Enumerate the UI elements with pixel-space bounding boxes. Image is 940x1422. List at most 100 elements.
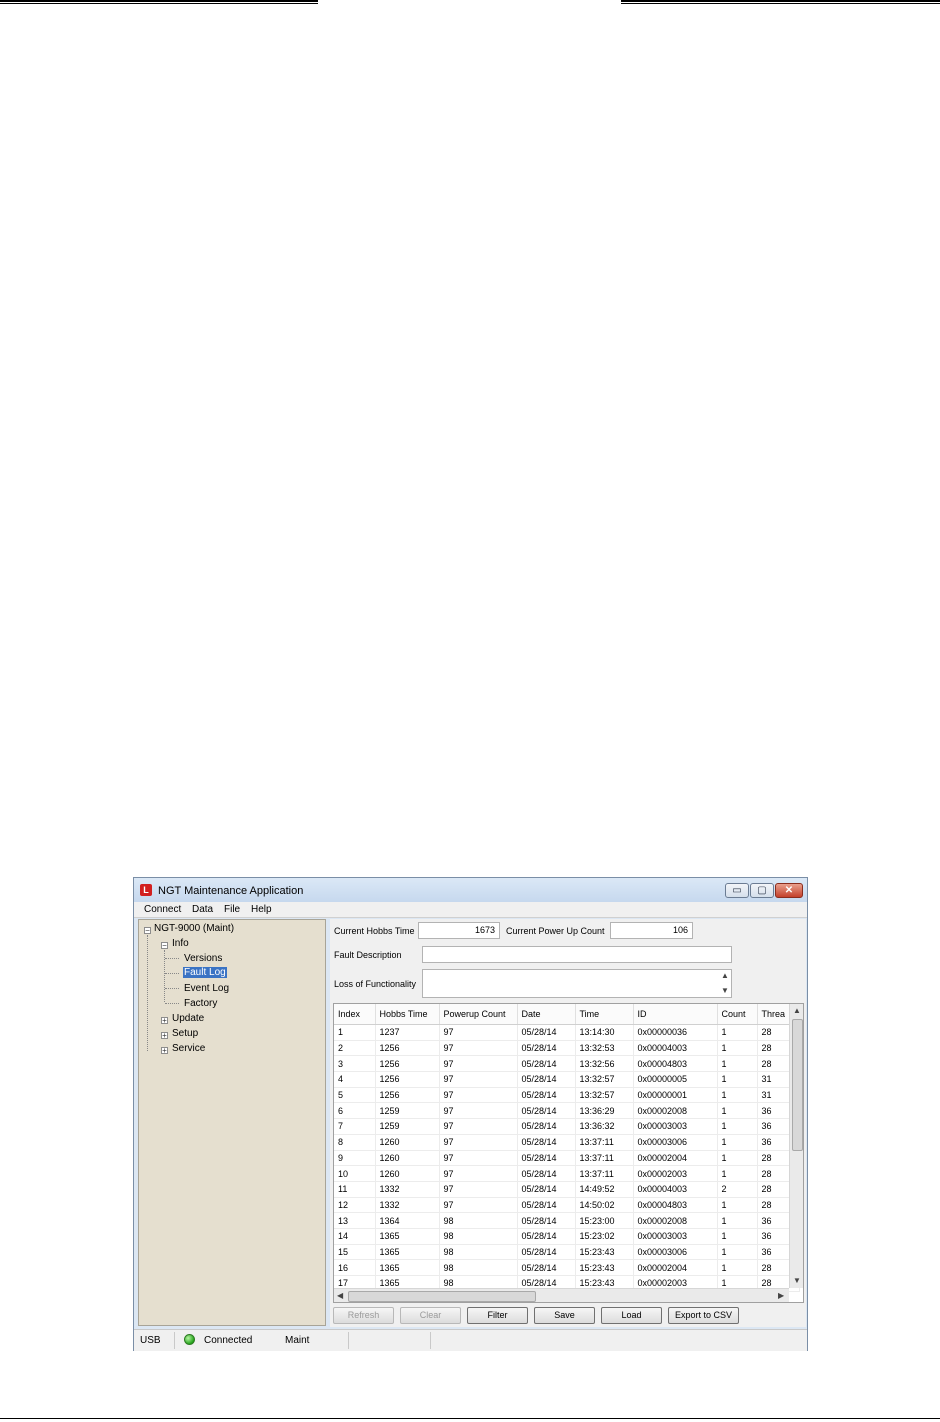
status-divider — [430, 1332, 431, 1349]
tree-item-info[interactable]: Info — [172, 938, 189, 949]
table-row[interactable]: 1 1237 97 05/28/14 13:14:30 0x00000036 1 28 — [334, 1024, 800, 1041]
table-cell: 15:23:43 — [575, 1259, 634, 1276]
table-cell: 0x00003006 — [633, 1134, 718, 1151]
table-cell: 98 — [439, 1212, 518, 1229]
menu-data[interactable]: Data — [192, 904, 213, 915]
page-header-rule-left — [0, 0, 318, 4]
table-row[interactable]: 5 1256 97 05/28/14 13:32:57 0x00000001 1 31 — [334, 1087, 800, 1104]
table-row[interactable]: 14 1365 98 05/28/14 15:23:02 0x00003003 1 36 — [334, 1228, 800, 1245]
column-header[interactable]: Date — [517, 1004, 576, 1025]
column-header[interactable]: Hobbs Time — [375, 1004, 440, 1025]
tree-item-factory[interactable]: Factory — [184, 998, 217, 1009]
app-window: L NGT Maintenance Application ▭ ▢ ✕ Conn… — [133, 877, 808, 1351]
table-cell: 6 — [334, 1102, 376, 1120]
minimize-button[interactable]: ▭ — [725, 883, 749, 898]
maximize-button[interactable]: ▢ — [750, 883, 774, 898]
page-footer-rule — [0, 1418, 940, 1419]
column-header[interactable]: Index — [334, 1004, 376, 1025]
column-header[interactable]: ID — [633, 1004, 718, 1025]
vertical-scroll-thumb[interactable] — [792, 1019, 803, 1151]
table-cell: 05/28/14 — [517, 1040, 576, 1057]
title-bar[interactable]: L NGT Maintenance Application ▭ ▢ ✕ — [134, 878, 807, 902]
menu-bar: Connect Data File Help — [134, 902, 807, 918]
save-button[interactable]: Save — [534, 1307, 595, 1324]
table-cell: 1260 — [375, 1150, 440, 1167]
menu-connect[interactable]: Connect — [144, 904, 181, 915]
table-cell: 1332 — [375, 1181, 440, 1198]
table-cell: 97 — [439, 1087, 518, 1104]
table-row[interactable]: 2 1256 97 05/28/14 13:32:53 0x00004003 1 28 — [334, 1040, 800, 1057]
scroll-down-icon[interactable]: ▼ — [721, 986, 729, 995]
table-row[interactable]: 11 1332 97 05/28/14 14:49:52 0x00004003 2 28 — [334, 1181, 800, 1198]
table-cell: 0x00002004 — [633, 1150, 718, 1167]
loss-of-functionality-field[interactable] — [422, 969, 732, 998]
table-cell: 0x00002008 — [633, 1212, 718, 1229]
table-row[interactable]: 4 1256 97 05/28/14 13:32:57 0x00000005 1 31 — [334, 1071, 800, 1088]
table-cell: 13:36:29 — [575, 1102, 634, 1120]
scroll-right-icon[interactable]: ▶ — [778, 1291, 784, 1300]
scroll-down-icon[interactable]: ▼ — [793, 1276, 801, 1285]
collapse-icon[interactable]: − — [144, 927, 151, 935]
tree-item-service[interactable]: Service — [172, 1043, 205, 1054]
table-row[interactable]: 3 1256 97 05/28/14 13:32:56 0x00004803 1 28 — [334, 1055, 800, 1073]
tree-item-event-log[interactable]: Event Log — [184, 983, 229, 994]
table-row[interactable]: 12 1332 97 05/28/14 14:50:02 0x00004803 1 28 — [334, 1197, 800, 1214]
tree-item-fault-log[interactable]: Fault Log — [183, 967, 227, 978]
close-button[interactable]: ✕ — [775, 883, 803, 898]
table-cell: 14:49:52 — [575, 1181, 634, 1198]
table-cell: 05/28/14 — [517, 1259, 576, 1276]
table-cell: 15:23:00 — [575, 1212, 634, 1229]
menu-file[interactable]: File — [224, 904, 240, 915]
collapse-icon[interactable]: − — [161, 942, 168, 950]
fault-description-field[interactable] — [422, 946, 732, 963]
horizontal-scrollbar[interactable]: ◀ ▶ — [334, 1288, 789, 1302]
table-cell: 05/28/14 — [517, 1134, 576, 1151]
tree-item-setup[interactable]: Setup — [172, 1028, 198, 1039]
tree-item-versions[interactable]: Versions — [184, 953, 222, 964]
scroll-up-icon[interactable]: ▲ — [793, 1006, 801, 1015]
table-row[interactable]: 6 1259 97 05/28/14 13:36:29 0x00002008 1 36 — [334, 1102, 800, 1120]
column-header[interactable]: Powerup Count — [439, 1004, 518, 1025]
column-header[interactable]: Count — [717, 1004, 758, 1025]
table-cell: 9 — [334, 1150, 376, 1167]
table-cell: 2 — [717, 1181, 758, 1198]
filter-button[interactable]: Filter — [467, 1307, 528, 1324]
table-cell: 1 — [717, 1134, 758, 1151]
horizontal-scroll-thumb[interactable] — [348, 1291, 536, 1302]
table-cell: 05/28/14 — [517, 1165, 576, 1182]
menu-help[interactable]: Help — [251, 904, 272, 915]
table-cell: 13:37:11 — [575, 1150, 634, 1167]
expand-icon[interactable]: + — [161, 1047, 168, 1055]
scroll-up-icon[interactable]: ▲ — [721, 971, 729, 980]
table-cell: 97 — [439, 1055, 518, 1073]
load-button[interactable]: Load — [601, 1307, 662, 1324]
column-header[interactable]: Time — [575, 1004, 634, 1025]
expand-icon[interactable]: + — [161, 1017, 168, 1025]
table-cell: 98 — [439, 1244, 518, 1261]
table-cell: 05/28/14 — [517, 1244, 576, 1261]
table-row[interactable]: 9 1260 97 05/28/14 13:37:11 0x00002004 1 28 — [334, 1150, 800, 1167]
export-csv-button[interactable]: Export to CSV — [668, 1307, 739, 1324]
hobbs-time-field[interactable]: 1673 — [418, 922, 500, 939]
table-cell: 1256 — [375, 1071, 440, 1088]
vertical-scrollbar[interactable]: ▲ ▼ — [789, 1004, 803, 1288]
table-row[interactable]: 13 1364 98 05/28/14 15:23:00 0x00002008 1 36 — [334, 1212, 800, 1229]
refresh-button[interactable]: Refresh — [333, 1307, 394, 1324]
table-cell: 1 — [717, 1040, 758, 1057]
app-logo-icon: L — [140, 884, 152, 896]
table-row[interactable]: 7 1259 97 05/28/14 13:36:32 0x00003003 1 36 — [334, 1118, 800, 1135]
table-row[interactable]: 15 1365 98 05/28/14 15:23:43 0x00003006 1 36 — [334, 1244, 800, 1261]
table-cell: 14:50:02 — [575, 1197, 634, 1214]
expand-icon[interactable]: + — [161, 1032, 168, 1040]
table-row[interactable]: 16 1365 98 05/28/14 15:23:43 0x00002004 1 28 — [334, 1259, 800, 1276]
table-cell: 1256 — [375, 1055, 440, 1073]
table-row[interactable]: 8 1260 97 05/28/14 13:37:11 0x00003006 1 36 — [334, 1134, 800, 1151]
power-up-count-field[interactable]: 106 — [610, 922, 693, 939]
scroll-left-icon[interactable]: ◀ — [337, 1291, 343, 1300]
table-cell: 05/28/14 — [517, 1150, 576, 1167]
tree-root-ngt9000[interactable]: NGT-9000 (Maint) — [154, 923, 234, 934]
clear-button[interactable]: Clear — [400, 1307, 461, 1324]
tree-item-update[interactable]: Update — [172, 1013, 204, 1024]
table-row[interactable]: 10 1260 97 05/28/14 13:37:11 0x00002003 1 28 — [334, 1165, 800, 1182]
table-cell: 05/28/14 — [517, 1228, 576, 1245]
